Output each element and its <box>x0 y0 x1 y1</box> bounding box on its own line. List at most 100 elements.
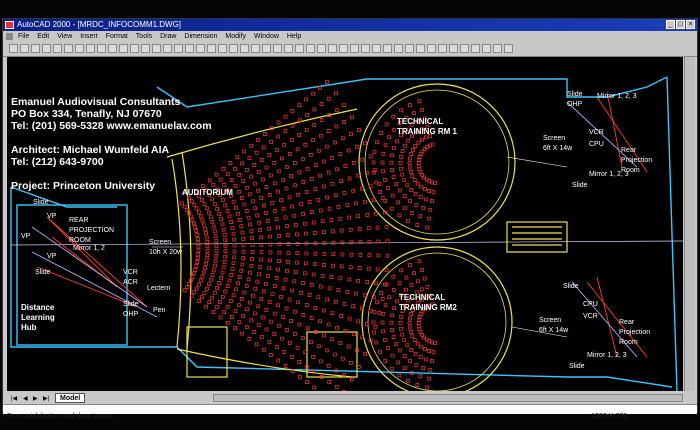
toolbar-button[interactable] <box>317 44 326 53</box>
toolbar-button[interactable] <box>229 44 238 53</box>
seat <box>332 352 337 357</box>
seat <box>430 340 434 345</box>
toolbar-button[interactable] <box>218 44 227 53</box>
seat <box>210 197 215 202</box>
seat <box>222 233 227 237</box>
menu-help[interactable]: Help <box>284 31 304 42</box>
seat <box>391 175 396 180</box>
toolbar-button[interactable] <box>31 44 40 53</box>
toolbar-button[interactable] <box>427 44 436 53</box>
seat <box>320 273 325 278</box>
menu-edit[interactable]: Edit <box>34 31 52 42</box>
seat <box>332 140 337 145</box>
seat <box>431 190 436 194</box>
seat <box>304 190 309 194</box>
toolbar-button[interactable] <box>75 44 84 53</box>
tab-model[interactable]: Model <box>55 393 86 403</box>
seat <box>418 214 423 219</box>
last-tab-arrow-icon[interactable]: ▶| <box>43 394 49 404</box>
toolbar-button[interactable] <box>207 44 216 53</box>
menu-view[interactable]: View <box>54 31 75 42</box>
menu-insert[interactable]: Insert <box>77 31 101 42</box>
toolbar-button[interactable] <box>361 44 370 53</box>
toolbar-button[interactable] <box>9 44 18 53</box>
toolbar-button[interactable] <box>97 44 106 53</box>
toolbar-button[interactable] <box>163 44 172 53</box>
seat <box>424 357 428 362</box>
menu-modify[interactable]: Modify <box>222 31 249 42</box>
toolbar-button[interactable] <box>416 44 425 53</box>
maximize-button[interactable]: □ <box>676 20 685 29</box>
toolbar-button[interactable] <box>53 44 62 53</box>
toolbar-button[interactable] <box>185 44 194 53</box>
toolbar-button[interactable] <box>372 44 381 53</box>
seat <box>231 261 236 266</box>
toolbar-button[interactable] <box>306 44 315 53</box>
toolbar-button[interactable] <box>141 44 150 53</box>
toolbar-button[interactable] <box>339 44 348 53</box>
minimize-button[interactable]: _ <box>666 20 675 29</box>
toolbar-button[interactable] <box>493 44 502 53</box>
first-tab-arrow-icon[interactable]: |◀ <box>11 394 17 404</box>
menu-dimension[interactable]: Dimension <box>181 31 220 42</box>
toolbar-button[interactable] <box>482 44 491 53</box>
document-icon[interactable] <box>6 32 13 40</box>
menu-file[interactable]: File <box>15 31 32 42</box>
next-tab-arrow-icon[interactable]: ▶ <box>33 394 38 404</box>
toolbar-button[interactable] <box>251 44 260 53</box>
seat <box>411 148 415 152</box>
close-button[interactable]: × <box>686 20 695 29</box>
toolbar-button[interactable] <box>152 44 161 53</box>
seat <box>229 178 234 182</box>
toolbar-button[interactable] <box>284 44 293 53</box>
toolbar-button[interactable] <box>328 44 337 53</box>
toolbar-button[interactable] <box>383 44 392 53</box>
toolbar-button[interactable] <box>130 44 139 53</box>
toolbar-button[interactable] <box>20 44 29 53</box>
menu-window[interactable]: Window <box>251 31 282 42</box>
slide-label-left-2: Slide <box>35 269 51 276</box>
toolbar-button[interactable] <box>196 44 205 53</box>
toolbar-button[interactable] <box>405 44 414 53</box>
seat <box>311 220 316 225</box>
toolbar-button[interactable] <box>471 44 480 53</box>
seat <box>408 359 413 363</box>
seat <box>276 134 281 139</box>
vertical-scrollbar[interactable] <box>684 57 695 391</box>
seat <box>408 156 412 161</box>
seat <box>386 346 391 350</box>
toolbar-button[interactable] <box>86 44 95 53</box>
seat <box>192 221 196 226</box>
menu-draw[interactable]: Draw <box>157 31 179 42</box>
seat <box>277 259 281 263</box>
toolbar-button[interactable] <box>119 44 128 53</box>
toolbar-button[interactable] <box>394 44 403 53</box>
seat <box>349 360 353 365</box>
autocad-app-icon[interactable] <box>5 21 14 29</box>
menu-format[interactable]: Format <box>103 31 131 42</box>
toolbar-button[interactable] <box>64 44 73 53</box>
toolbar-button[interactable] <box>504 44 513 53</box>
seat <box>268 173 273 178</box>
seat <box>267 153 272 157</box>
prev-tab-arrow-icon[interactable]: ◀ <box>23 394 28 404</box>
seat <box>330 181 335 186</box>
horizontal-scrollbar[interactable] <box>213 394 683 402</box>
toolbar-button[interactable] <box>42 44 51 53</box>
seat <box>195 236 200 241</box>
toolbar-button[interactable] <box>273 44 282 53</box>
toolbar-button[interactable] <box>240 44 249 53</box>
seat <box>297 170 302 175</box>
seat <box>366 266 371 271</box>
toolbar-button[interactable] <box>460 44 469 53</box>
toolbar-button[interactable] <box>108 44 117 53</box>
toolbar-button[interactable] <box>438 44 447 53</box>
toolbar-button[interactable] <box>449 44 458 53</box>
seat <box>349 252 354 257</box>
toolbar-button[interactable] <box>262 44 271 53</box>
toolbar-button[interactable] <box>350 44 359 53</box>
menu-tools[interactable]: Tools <box>133 31 155 42</box>
drawing-canvas[interactable]: Emanuel Audiovisual Consultants PO Box 3… <box>7 57 683 391</box>
toolbar-button[interactable] <box>174 44 183 53</box>
toolbar-button[interactable] <box>295 44 304 53</box>
